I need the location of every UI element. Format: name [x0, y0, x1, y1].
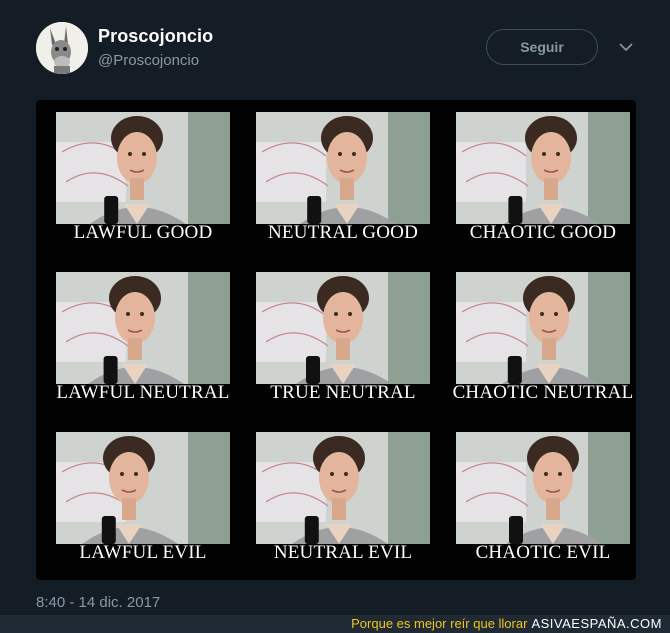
meme-cell: LAWFUL EVIL [50, 432, 236, 580]
meme-cell: CHAOTIC GOOD [450, 112, 636, 262]
meme-caption: NEUTRAL EVIL [273, 542, 413, 563]
portrait-illustration [256, 432, 430, 544]
meme-photo [256, 432, 430, 544]
watermark-tagline: Porque es mejor reír que llorar [351, 616, 528, 631]
meme-cell: NEUTRAL EVIL [250, 432, 436, 580]
tweet-timestamp[interactable]: 8:40 - 14 dic. 2017 [36, 594, 160, 611]
meme-cell: LAWFUL NEUTRAL [50, 272, 236, 422]
meme-caption: LAWFUL GOOD [73, 222, 213, 243]
meme-caption: TRUE NEUTRAL [270, 382, 416, 403]
meme-cell: CHAOTIC EVIL [450, 432, 636, 580]
portrait-illustration [456, 112, 630, 224]
meme-cell: CHAOTIC NEUTRAL [450, 272, 636, 422]
meme-caption: CHAOTIC NEUTRAL [452, 382, 634, 403]
display-name[interactable]: Proscojoncio [98, 26, 213, 47]
portrait-illustration [456, 272, 630, 384]
meme-photo [456, 112, 630, 224]
tweet-image[interactable]: LAWFUL GOOD NEUTRAL GOOD CHAOTIC GOOD LA… [36, 100, 636, 580]
meme-caption: NEUTRAL GOOD [268, 222, 418, 243]
watermark-bar: Porque es mejor reír que llorar ASIVAESPA… [0, 615, 670, 633]
meme-caption: LAWFUL NEUTRAL [56, 382, 230, 403]
portrait-illustration [56, 112, 230, 224]
meme-photo [56, 432, 230, 544]
meme-caption: CHAOTIC EVIL [475, 542, 611, 563]
meme-caption: LAWFUL EVIL [79, 542, 207, 563]
portrait-illustration [256, 272, 430, 384]
meme-cell: LAWFUL GOOD [50, 112, 236, 262]
meme-photo [256, 112, 430, 224]
meme-cell: NEUTRAL GOOD [250, 112, 436, 262]
portrait-illustration [256, 112, 430, 224]
portrait-illustration [456, 432, 630, 544]
chevron-down-icon[interactable] [617, 38, 635, 56]
meme-photo [456, 272, 630, 384]
watermark: Porque es mejor reír que llorar ASIVAESPA… [351, 615, 662, 633]
meme-photo [456, 432, 630, 544]
meme-photo [256, 272, 430, 384]
follow-button[interactable]: Seguir [486, 29, 598, 65]
portrait-illustration [56, 272, 230, 384]
avatar[interactable] [36, 22, 88, 74]
meme-photo [56, 112, 230, 224]
meme-caption: CHAOTIC GOOD [469, 222, 617, 243]
watermark-brand: ASIVAESPAÑA.COM [531, 616, 662, 631]
meme-cell: TRUE NEUTRAL [250, 272, 436, 422]
portrait-illustration [56, 432, 230, 544]
donkey-avatar-icon [36, 22, 88, 74]
meme-photo [56, 272, 230, 384]
user-handle[interactable]: @Proscojoncio [98, 52, 199, 69]
